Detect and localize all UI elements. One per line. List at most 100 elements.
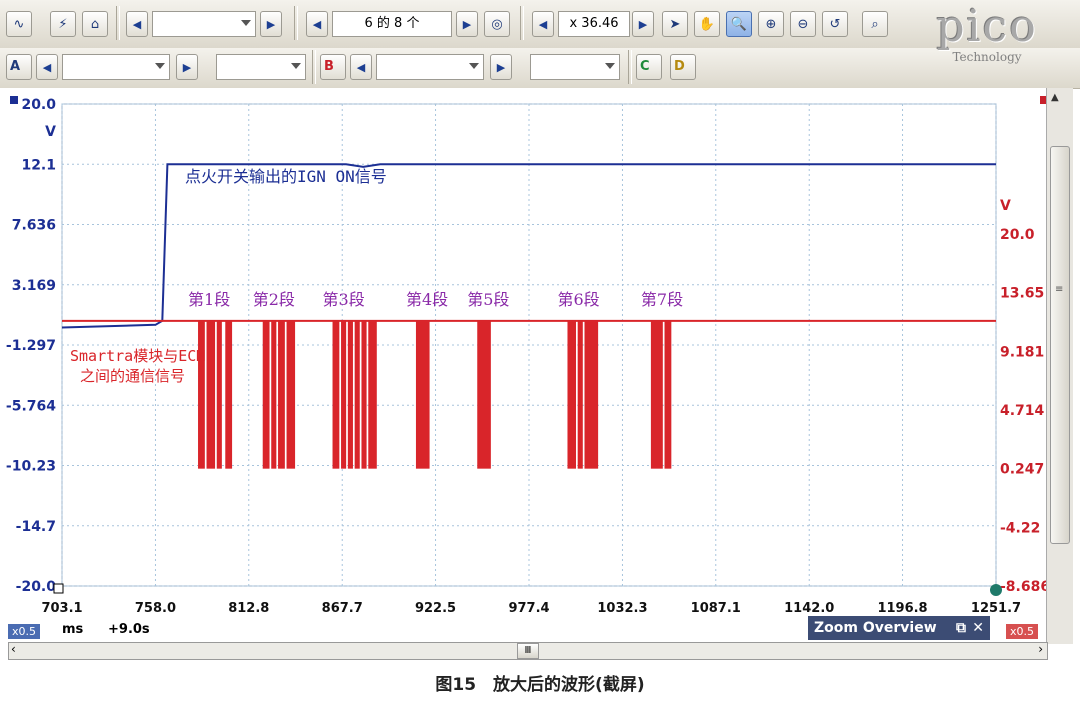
range-b-select[interactable]	[376, 54, 484, 80]
scope-view[interactable]: 20.0 12.1 7.636 3.169 -1.297 -5.764 -10.23 -14.…	[0, 88, 1046, 644]
burst-bar	[198, 320, 205, 469]
timebase-select[interactable]	[152, 11, 256, 37]
right-axis-tick-label: -8.686	[1000, 579, 1046, 595]
logo-name: pico	[936, 1, 1038, 52]
home-icon[interactable]: ⌂	[82, 11, 108, 37]
burst-bar	[271, 320, 277, 469]
next-zoom-button[interactable]: ▶	[632, 11, 654, 37]
figure-caption: 图15 放大后的波形(截屏)	[435, 675, 645, 695]
x-scale-badge-right[interactable]: x0.5	[1006, 624, 1039, 639]
x-axis-tick-label: 1196.8	[877, 601, 927, 616]
channel-c-button[interactable]: C	[636, 54, 662, 80]
next-timebase-button[interactable]: ▶	[260, 11, 282, 37]
right-axis-tick-label: 13.65	[1000, 286, 1044, 302]
comm-signal-label: Smartra模块与ECM	[70, 347, 205, 365]
left-axis-tick-label: 7.636	[12, 218, 56, 234]
burst-label: 第6段	[557, 290, 599, 309]
x-axis-tick-label: 867.7	[322, 601, 363, 616]
burst-bar	[206, 320, 216, 469]
right-axis-tick-label: 9.181	[1000, 344, 1044, 360]
trigger-icon[interactable]: ⚡	[50, 11, 76, 37]
burst-bar	[278, 320, 285, 469]
burst-label: 第4段	[406, 290, 448, 309]
divider	[520, 6, 524, 40]
left-axis-tick-label: 12.1	[21, 157, 56, 173]
divider	[294, 6, 298, 40]
range-a-select[interactable]	[62, 54, 170, 80]
burst-bar	[361, 320, 367, 469]
burst-label: 第3段	[323, 290, 365, 309]
restore-icon[interactable]: ⧉	[956, 616, 966, 640]
hand-icon[interactable]: ✋	[694, 11, 720, 37]
prev-range-b-button[interactable]: ◀	[350, 54, 372, 80]
right-axis-unit: V	[1000, 198, 1011, 214]
channel-a-marker	[10, 96, 18, 104]
scope-mode-icon[interactable]: ∿	[6, 11, 32, 37]
buffer-index-field[interactable]: 6 的 8 个	[332, 11, 452, 37]
trigger-marker	[53, 583, 64, 594]
x-unit-label: ms	[62, 622, 84, 637]
zoom-out-icon[interactable]: ⊖	[790, 11, 816, 37]
left-axis-tick-label: 3.169	[12, 278, 56, 294]
burst-bar	[225, 320, 233, 469]
zoom-100-icon[interactable]: ⌕	[862, 11, 888, 37]
horizontal-scrollbar[interactable]: ‹ Ⅲ ›	[8, 642, 1048, 660]
burst-label: 第1段	[188, 290, 230, 309]
burst-bar	[368, 320, 377, 469]
burst-bar	[354, 320, 360, 469]
prev-range-a-button[interactable]: ◀	[36, 54, 58, 80]
burst-bar	[650, 320, 663, 469]
burst-bar	[577, 320, 583, 469]
waveform-plot[interactable]: 20.0 12.1 7.636 3.169 -1.297 -5.764 -10.23 -14.…	[0, 88, 1046, 644]
burst-label: 第7段	[641, 290, 683, 309]
burst-bar	[664, 320, 672, 469]
coupling-b-select[interactable]	[530, 54, 620, 80]
burst-bar	[347, 320, 353, 469]
prev-buffer-button[interactable]: ◀	[306, 11, 328, 37]
burst-bar	[262, 320, 270, 469]
x-axis-tick-label: 1251.7	[971, 601, 1021, 616]
zoom-overview-panel[interactable]: Zoom Overview ⧉ ✕	[808, 616, 990, 640]
next-buffer-button[interactable]: ▶	[456, 11, 478, 37]
x-axis-tick-label: 922.5	[415, 601, 456, 616]
next-range-a-button[interactable]: ▶	[176, 54, 198, 80]
scroll-up-icon[interactable]: ▲	[1051, 92, 1059, 103]
scroll-right-icon[interactable]: ›	[1038, 642, 1043, 656]
logo-sub: Technology	[952, 50, 1022, 64]
zoom-field[interactable]: x 36.46	[558, 11, 630, 37]
burst-bar	[216, 320, 222, 469]
undo-zoom-icon[interactable]: ↺	[822, 11, 848, 37]
divider	[312, 50, 316, 84]
x-scale-badge[interactable]: x0.5	[8, 624, 41, 639]
burst-bar	[567, 320, 576, 469]
left-axis-tick-label: -10.23	[6, 459, 56, 475]
x-axis-tick-label: 758.0	[135, 601, 176, 616]
burst-bar	[477, 320, 491, 469]
burst-bar	[332, 320, 340, 469]
pico-logo: pico Technology	[912, 2, 1062, 84]
ign-signal-label: 点火开关输出的IGN ON信号	[185, 167, 387, 186]
pointer-icon[interactable]: ➤	[662, 11, 688, 37]
close-icon[interactable]: ✕	[972, 616, 984, 640]
grip-icon: ≡	[1055, 284, 1064, 295]
channel-a-button[interactable]: A	[6, 54, 32, 80]
left-axis-unit: V	[45, 124, 56, 140]
x-axis-tick-label: 1142.0	[784, 601, 834, 616]
left-axis-tick-label: -20.0	[16, 579, 57, 595]
horizontal-scroll-thumb[interactable]: Ⅲ	[517, 643, 539, 659]
comm-signal-label: 之间的通信信号	[80, 367, 185, 385]
prev-timebase-button[interactable]: ◀	[126, 11, 148, 37]
prev-zoom-button[interactable]: ◀	[532, 11, 554, 37]
zoom-select-icon[interactable]: 🔍	[726, 11, 752, 37]
scroll-left-icon[interactable]: ‹	[11, 642, 16, 656]
coupling-a-select[interactable]	[216, 54, 306, 80]
vertical-scroll-thumb[interactable]	[1050, 146, 1070, 544]
compass-icon[interactable]: ◎	[484, 11, 510, 37]
zoom-in-icon[interactable]: ⊕	[758, 11, 784, 37]
channel-d-button[interactable]: D	[670, 54, 696, 80]
left-axis-tick-label: -1.297	[6, 338, 56, 354]
vertical-scrollbar[interactable]: ▲ ≡	[1046, 88, 1073, 644]
burst-bar	[584, 320, 599, 469]
channel-b-button[interactable]: B	[320, 54, 346, 80]
next-range-b-button[interactable]: ▶	[490, 54, 512, 80]
